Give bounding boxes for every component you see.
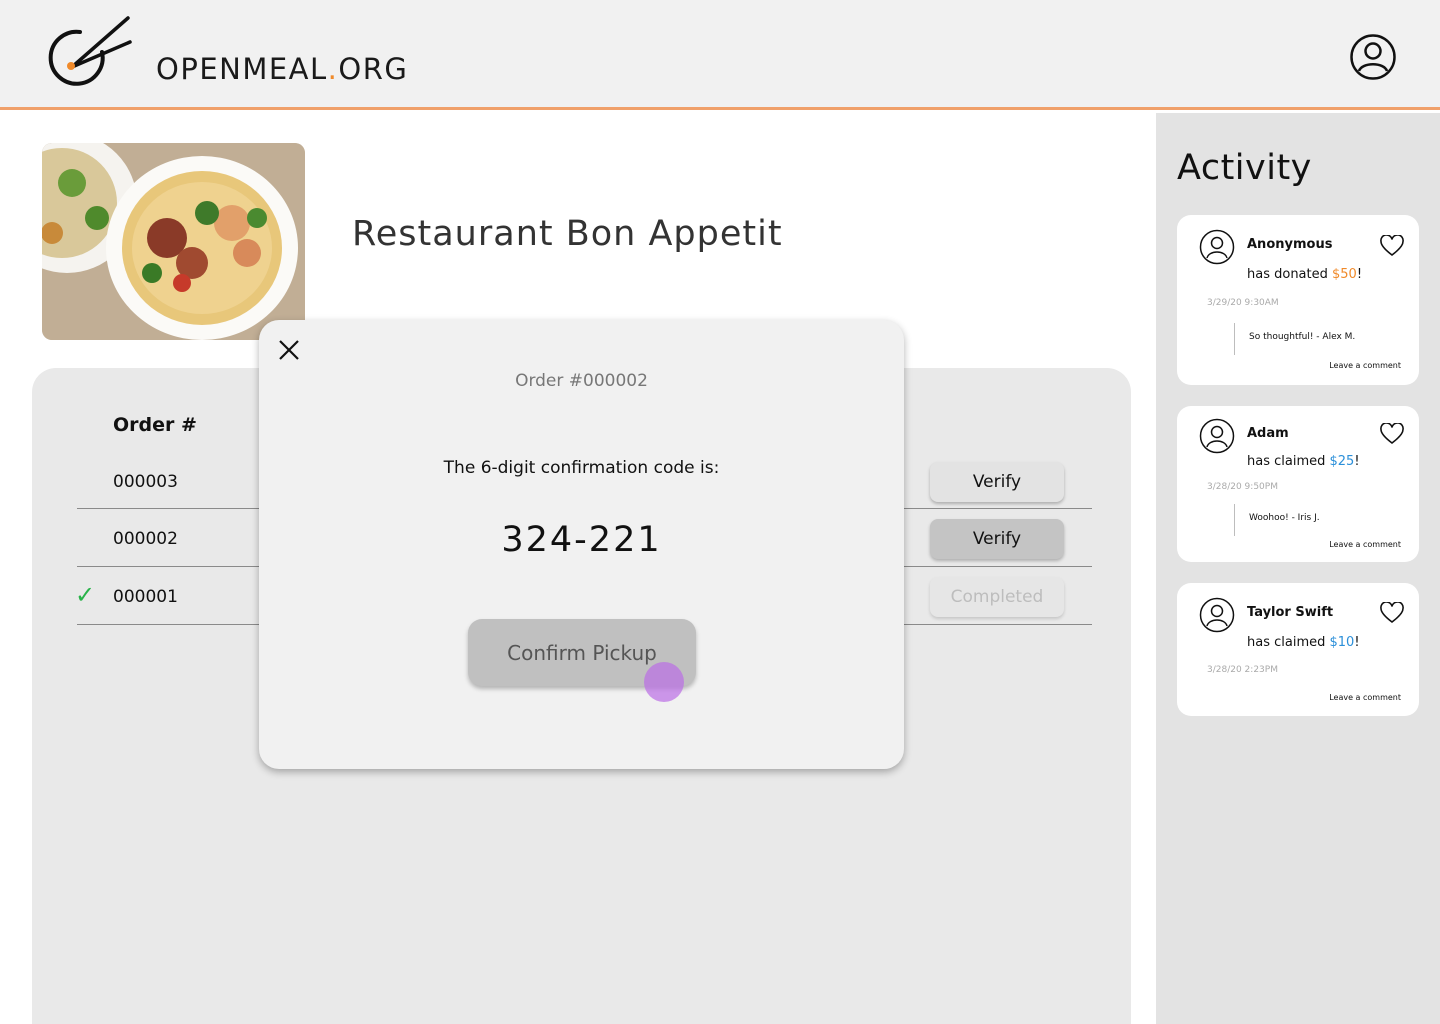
activity-time: 3/29/20 9:30AM xyxy=(1207,298,1279,308)
activity-user: Taylor Swift xyxy=(1247,605,1334,620)
avatar-icon xyxy=(1199,229,1235,265)
confirmation-code: 324-221 xyxy=(501,520,662,560)
activity-time: 3/28/20 9:50PM xyxy=(1207,482,1278,492)
verify-button[interactable]: Verify xyxy=(930,462,1064,502)
heart-icon[interactable] xyxy=(1380,423,1404,445)
activity-card: Adam has claimed $25! 3/28/20 9:50PM Woo… xyxy=(1177,406,1419,562)
activity-action: has donated $50! xyxy=(1247,267,1363,282)
confirmation-modal: Order #000002 The 6-digit confirmation c… xyxy=(259,320,904,769)
activity-time: 3/28/20 2:23PM xyxy=(1207,665,1278,675)
activity-title: Activity xyxy=(1177,148,1312,188)
comment-divider xyxy=(1234,504,1235,536)
activity-action: has claimed $25! xyxy=(1247,454,1360,469)
activity-card: Anonymous has donated $50! 3/29/20 9:30A… xyxy=(1177,215,1419,385)
heart-icon[interactable] xyxy=(1380,602,1404,624)
activity-comment: Woohoo! - Iris J. xyxy=(1249,513,1320,523)
logo-icon[interactable] xyxy=(40,14,136,100)
activity-comment: So thoughtful! - Alex M. xyxy=(1249,332,1356,342)
orders-column-header: Order # xyxy=(113,414,197,436)
cursor-indicator xyxy=(644,662,684,702)
completed-check-icon: ✓ xyxy=(75,581,96,609)
heart-icon[interactable] xyxy=(1380,235,1404,257)
brand-name[interactable]: OPENMEAL.ORG xyxy=(156,52,408,86)
activity-user: Anonymous xyxy=(1247,237,1333,252)
modal-order-number: Order #000002 xyxy=(515,371,648,391)
profile-icon[interactable] xyxy=(1350,34,1396,80)
restaurant-title: Restaurant Bon Appetit xyxy=(352,214,783,254)
close-icon[interactable] xyxy=(278,339,300,361)
completed-button: Completed xyxy=(930,577,1064,617)
verify-button[interactable]: Verify xyxy=(930,519,1064,559)
leave-comment-link[interactable]: Leave a comment xyxy=(1329,540,1401,549)
restaurant-photo xyxy=(42,143,305,340)
leave-comment-link[interactable]: Leave a comment xyxy=(1329,693,1401,702)
avatar-icon xyxy=(1199,418,1235,454)
order-number: 000003 xyxy=(113,472,178,492)
leave-comment-link[interactable]: Leave a comment xyxy=(1329,361,1401,370)
activity-card: Taylor Swift has claimed $10! 3/28/20 2:… xyxy=(1177,583,1419,716)
avatar-icon xyxy=(1199,597,1235,633)
modal-message: The 6-digit confirmation code is: xyxy=(443,458,720,478)
activity-action: has claimed $10! xyxy=(1247,635,1360,650)
app-header: OPENMEAL.ORG xyxy=(0,0,1440,110)
order-number: 000001 xyxy=(113,587,178,607)
order-number: 000002 xyxy=(113,529,178,549)
activity-user: Adam xyxy=(1247,426,1289,441)
comment-divider xyxy=(1234,323,1235,355)
